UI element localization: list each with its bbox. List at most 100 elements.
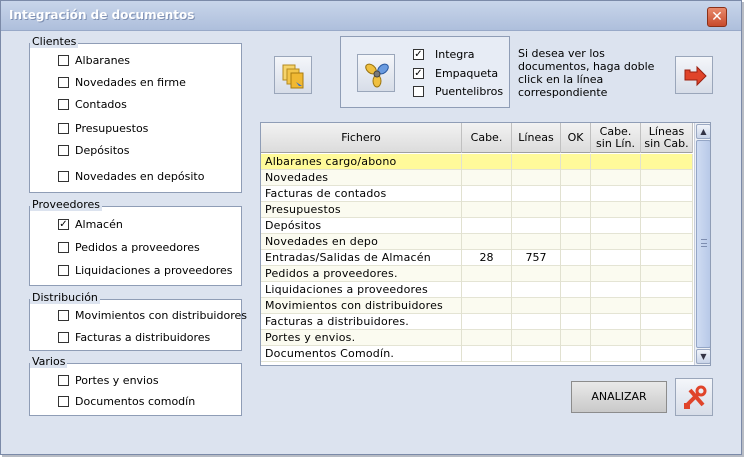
checkbox-box[interactable] [58,145,69,156]
table-row[interactable]: Portes y envios. [261,330,693,346]
checkbox-label: Almacén [75,218,123,231]
table-row[interactable]: Depósitos [261,218,693,234]
table-row[interactable]: Entradas/Salidas de Almacén 28 757 [261,250,693,266]
checkbox-label: Liquidaciones a proveedores [75,264,233,277]
checkbox-box[interactable] [58,396,69,407]
scroll-down-button[interactable]: ▼ [696,349,710,364]
table-cell-lineas-sin [641,154,693,170]
propeller-icon [365,63,389,88]
table-cell-ok [561,346,591,362]
checkbox-box[interactable] [58,55,69,66]
analyze-button[interactable]: ANALIZAR [571,381,667,413]
close-button[interactable]: ✕ [707,7,727,27]
grid-header: Fichero Cabe. Líneas OK Cabe. sin Lín. L… [261,123,693,153]
checkbox-box[interactable] [58,310,69,321]
table-row[interactable]: Albaranes cargo/abono [261,154,693,170]
table-cell-lineas [512,266,561,282]
column-header-cabe[interactable]: Cabe. [462,123,512,153]
table-cell-lineas [512,346,561,362]
checkbox-box[interactable] [58,99,69,110]
table-cell-lineas-sin [641,266,693,282]
table-cell-cabe [462,330,512,346]
integration-window: Integración de documentos ✕ Clientes Alb… [0,0,742,455]
table-cell-ok [561,266,591,282]
table-cell-cabe-sin [591,314,641,330]
checkbox-box[interactable] [58,242,69,253]
table-cell-cabe-sin [591,234,641,250]
group-legend-varios: Varios [30,355,68,368]
propeller-button[interactable] [357,54,395,92]
checkbox-box[interactable] [58,332,69,343]
table-cell-name: Presupuestos [261,202,462,218]
checkbox-box[interactable] [58,375,69,386]
tools-button[interactable] [675,378,713,416]
table-cell-name: Depósitos [261,218,462,234]
table-row[interactable]: Novedades en depo [261,234,693,250]
table-cell-name: Entradas/Salidas de Almacén [261,250,462,266]
table-cell-ok [561,314,591,330]
column-header-cabe-sin-lin[interactable]: Cabe. sin Lín. [591,123,641,153]
table-row[interactable]: Presupuestos [261,202,693,218]
table-cell-ok [561,330,591,346]
exit-button[interactable] [675,56,713,94]
scroll-up-button[interactable]: ▲ [696,124,710,139]
group-clientes: Clientes Albaranes Novedades en firme Co… [29,35,242,193]
option-label: Puentelibros [435,85,504,98]
checkbox-box[interactable] [58,77,69,88]
table-cell-cabe-sin [591,250,641,266]
table-cell-ok [561,298,591,314]
table-cell-lineas-sin [641,298,693,314]
column-header-ok[interactable]: OK [561,123,591,153]
table-row[interactable]: Novedades [261,170,693,186]
checkbox-box[interactable]: ✓ [413,49,424,60]
checkbox-label: Documentos comodín [75,395,196,408]
checkbox-label: Depósitos [75,144,130,157]
table-cell-cabe [462,346,512,362]
column-header-lineas[interactable]: Líneas [512,123,561,153]
checkbox-label: Novedades en depósito [75,170,205,183]
table-cell-lineas [512,170,561,186]
table-cell-cabe-sin [591,186,641,202]
table-row[interactable]: Movimientos con distribuidores [261,298,693,314]
table-cell-name: Novedades [261,170,462,186]
checkbox-box[interactable] [413,86,424,97]
table-cell-name: Documentos Comodín. [261,346,462,362]
table-cell-lineas-sin [641,234,693,250]
table-cell-lineas [512,330,561,346]
checkbox-box[interactable] [58,171,69,182]
table-cell-lineas-sin [641,218,693,234]
table-row[interactable]: Facturas de contados [261,186,693,202]
column-header-fichero[interactable]: Fichero [261,123,462,153]
checkbox-box[interactable]: ✓ [58,219,69,230]
table-cell-ok [561,250,591,266]
documents-button[interactable] [274,56,312,94]
checkbox-box[interactable]: ✓ [413,68,424,79]
table-row[interactable]: Documentos Comodín. [261,346,693,362]
group-varios: Varios Portes y envios Documentos comodí… [29,355,242,416]
tools-icon [684,385,707,409]
group-legend-clientes: Clientes [30,35,79,48]
scroll-grip [701,239,707,247]
table-row[interactable]: Facturas a distribuidores. [261,314,693,330]
table-cell-ok [561,186,591,202]
table-cell-lineas [512,154,561,170]
checkbox-box[interactable] [58,123,69,134]
table-cell-lineas [512,314,561,330]
checkbox-box[interactable] [58,265,69,276]
checkbox-label: Movimientos con distribuidores [75,309,247,322]
table-row[interactable]: Liquidaciones a proveedores [261,282,693,298]
documents-grid[interactable]: Fichero Cabe. Líneas OK Cabe. sin Lín. L… [260,122,711,366]
table-cell-name: Albaranes cargo/abono [261,154,462,170]
table-cell-lineas-sin [641,202,693,218]
column-header-lineas-sin-cab[interactable]: Líneas sin Cab. [641,123,693,153]
table-cell-name: Movimientos con distribuidores [261,298,462,314]
grid-vertical-scrollbar[interactable]: ▲ ▼ [694,123,710,365]
table-cell-lineas [512,218,561,234]
table-cell-cabe-sin [591,218,641,234]
table-cell-cabe-sin [591,298,641,314]
table-row[interactable]: Pedidos a proveedores. [261,266,693,282]
scroll-thumb[interactable] [696,140,710,348]
table-cell-lineas: 757 [512,250,561,266]
table-cell-cabe [462,154,512,170]
checkbox-label: Facturas a distribuidores [75,331,211,344]
